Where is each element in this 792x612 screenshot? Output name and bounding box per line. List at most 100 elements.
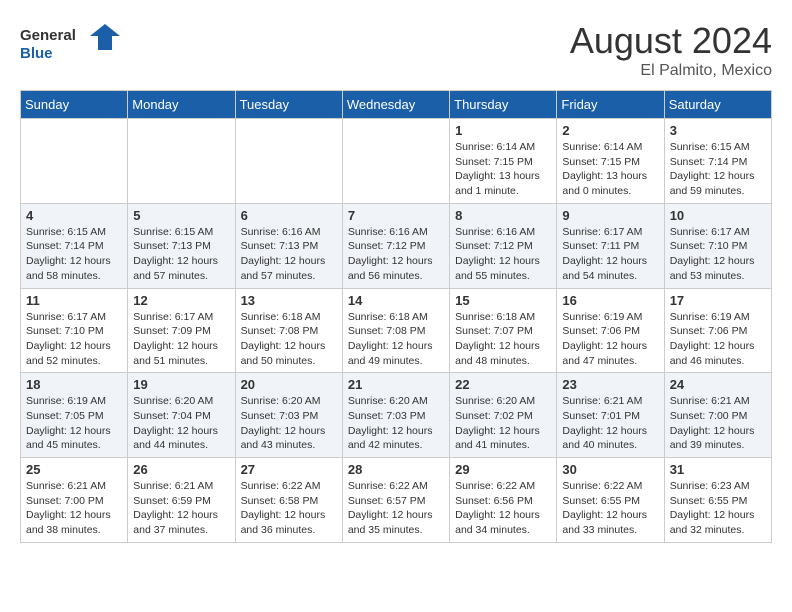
day-info: Sunrise: 6:14 AMSunset: 7:15 PMDaylight:… — [455, 140, 551, 199]
table-row: 2 Sunrise: 6:14 AMSunset: 7:15 PMDayligh… — [557, 119, 664, 204]
col-tuesday: Tuesday — [235, 91, 342, 119]
day-info: Sunrise: 6:16 AMSunset: 7:12 PMDaylight:… — [348, 225, 444, 284]
day-info: Sunrise: 6:21 AMSunset: 7:01 PMDaylight:… — [562, 394, 658, 453]
table-row: 31 Sunrise: 6:23 AMSunset: 6:55 PMDaylig… — [664, 458, 771, 543]
day-info: Sunrise: 6:18 AMSunset: 7:07 PMDaylight:… — [455, 310, 551, 369]
svg-text:Blue: Blue — [20, 45, 53, 62]
table-row: 20 Sunrise: 6:20 AMSunset: 7:03 PMDaylig… — [235, 373, 342, 458]
table-row: 27 Sunrise: 6:22 AMSunset: 6:58 PMDaylig… — [235, 458, 342, 543]
day-number: 28 — [348, 462, 444, 477]
table-row: 1 Sunrise: 6:14 AMSunset: 7:15 PMDayligh… — [450, 119, 557, 204]
table-row — [235, 119, 342, 204]
day-info: Sunrise: 6:19 AMSunset: 7:05 PMDaylight:… — [26, 394, 122, 453]
day-info: Sunrise: 6:18 AMSunset: 7:08 PMDaylight:… — [348, 310, 444, 369]
day-number: 12 — [133, 293, 229, 308]
day-number: 3 — [670, 123, 766, 138]
day-info: Sunrise: 6:18 AMSunset: 7:08 PMDaylight:… — [241, 310, 337, 369]
day-number: 10 — [670, 208, 766, 223]
table-row: 8 Sunrise: 6:16 AMSunset: 7:12 PMDayligh… — [450, 203, 557, 288]
day-info: Sunrise: 6:17 AMSunset: 7:10 PMDaylight:… — [670, 225, 766, 284]
table-row: 23 Sunrise: 6:21 AMSunset: 7:01 PMDaylig… — [557, 373, 664, 458]
day-number: 8 — [455, 208, 551, 223]
table-row: 9 Sunrise: 6:17 AMSunset: 7:11 PMDayligh… — [557, 203, 664, 288]
table-row: 3 Sunrise: 6:15 AMSunset: 7:14 PMDayligh… — [664, 119, 771, 204]
day-number: 15 — [455, 293, 551, 308]
table-row — [342, 119, 449, 204]
week-row-2: 4 Sunrise: 6:15 AMSunset: 7:14 PMDayligh… — [21, 203, 772, 288]
day-info: Sunrise: 6:17 AMSunset: 7:10 PMDaylight:… — [26, 310, 122, 369]
week-row-4: 18 Sunrise: 6:19 AMSunset: 7:05 PMDaylig… — [21, 373, 772, 458]
page-header: General Blue August 2024 El Palmito, Mex… — [20, 20, 772, 80]
week-row-5: 25 Sunrise: 6:21 AMSunset: 7:00 PMDaylig… — [21, 458, 772, 543]
day-info: Sunrise: 6:23 AMSunset: 6:55 PMDaylight:… — [670, 479, 766, 538]
day-info: Sunrise: 6:22 AMSunset: 6:56 PMDaylight:… — [455, 479, 551, 538]
table-row: 21 Sunrise: 6:20 AMSunset: 7:03 PMDaylig… — [342, 373, 449, 458]
day-number: 17 — [670, 293, 766, 308]
logo-icon: General Blue — [20, 20, 120, 66]
day-info: Sunrise: 6:16 AMSunset: 7:12 PMDaylight:… — [455, 225, 551, 284]
day-info: Sunrise: 6:19 AMSunset: 7:06 PMDaylight:… — [670, 310, 766, 369]
day-number: 2 — [562, 123, 658, 138]
table-row: 24 Sunrise: 6:21 AMSunset: 7:00 PMDaylig… — [664, 373, 771, 458]
table-row: 4 Sunrise: 6:15 AMSunset: 7:14 PMDayligh… — [21, 203, 128, 288]
calendar-table: Sunday Monday Tuesday Wednesday Thursday… — [20, 90, 772, 543]
day-number: 30 — [562, 462, 658, 477]
calendar-header-row: Sunday Monday Tuesday Wednesday Thursday… — [21, 91, 772, 119]
day-number: 16 — [562, 293, 658, 308]
day-number: 26 — [133, 462, 229, 477]
day-info: Sunrise: 6:16 AMSunset: 7:13 PMDaylight:… — [241, 225, 337, 284]
table-row: 25 Sunrise: 6:21 AMSunset: 7:00 PMDaylig… — [21, 458, 128, 543]
table-row: 30 Sunrise: 6:22 AMSunset: 6:55 PMDaylig… — [557, 458, 664, 543]
table-row: 14 Sunrise: 6:18 AMSunset: 7:08 PMDaylig… — [342, 288, 449, 373]
table-row: 19 Sunrise: 6:20 AMSunset: 7:04 PMDaylig… — [128, 373, 235, 458]
col-friday: Friday — [557, 91, 664, 119]
day-number: 11 — [26, 293, 122, 308]
table-row: 13 Sunrise: 6:18 AMSunset: 7:08 PMDaylig… — [235, 288, 342, 373]
table-row: 26 Sunrise: 6:21 AMSunset: 6:59 PMDaylig… — [128, 458, 235, 543]
day-number: 29 — [455, 462, 551, 477]
svg-text:General: General — [20, 27, 76, 44]
col-wednesday: Wednesday — [342, 91, 449, 119]
day-number: 21 — [348, 377, 444, 392]
col-monday: Monday — [128, 91, 235, 119]
day-number: 6 — [241, 208, 337, 223]
table-row: 22 Sunrise: 6:20 AMSunset: 7:02 PMDaylig… — [450, 373, 557, 458]
table-row: 16 Sunrise: 6:19 AMSunset: 7:06 PMDaylig… — [557, 288, 664, 373]
day-number: 23 — [562, 377, 658, 392]
table-row: 29 Sunrise: 6:22 AMSunset: 6:56 PMDaylig… — [450, 458, 557, 543]
table-row: 12 Sunrise: 6:17 AMSunset: 7:09 PMDaylig… — [128, 288, 235, 373]
day-number: 27 — [241, 462, 337, 477]
day-info: Sunrise: 6:22 AMSunset: 6:57 PMDaylight:… — [348, 479, 444, 538]
day-info: Sunrise: 6:20 AMSunset: 7:02 PMDaylight:… — [455, 394, 551, 453]
day-number: 4 — [26, 208, 122, 223]
table-row: 6 Sunrise: 6:16 AMSunset: 7:13 PMDayligh… — [235, 203, 342, 288]
day-number: 24 — [670, 377, 766, 392]
col-saturday: Saturday — [664, 91, 771, 119]
table-row — [21, 119, 128, 204]
day-number: 5 — [133, 208, 229, 223]
title-block: August 2024 El Palmito, Mexico — [570, 20, 772, 80]
day-number: 1 — [455, 123, 551, 138]
day-info: Sunrise: 6:22 AMSunset: 6:55 PMDaylight:… — [562, 479, 658, 538]
table-row: 28 Sunrise: 6:22 AMSunset: 6:57 PMDaylig… — [342, 458, 449, 543]
location: El Palmito, Mexico — [570, 62, 772, 80]
table-row: 7 Sunrise: 6:16 AMSunset: 7:12 PMDayligh… — [342, 203, 449, 288]
table-row: 18 Sunrise: 6:19 AMSunset: 7:05 PMDaylig… — [21, 373, 128, 458]
logo: General Blue — [20, 20, 120, 66]
day-info: Sunrise: 6:21 AMSunset: 7:00 PMDaylight:… — [670, 394, 766, 453]
day-info: Sunrise: 6:21 AMSunset: 6:59 PMDaylight:… — [133, 479, 229, 538]
day-info: Sunrise: 6:21 AMSunset: 7:00 PMDaylight:… — [26, 479, 122, 538]
week-row-1: 1 Sunrise: 6:14 AMSunset: 7:15 PMDayligh… — [21, 119, 772, 204]
day-number: 19 — [133, 377, 229, 392]
day-number: 13 — [241, 293, 337, 308]
day-info: Sunrise: 6:14 AMSunset: 7:15 PMDaylight:… — [562, 140, 658, 199]
day-number: 31 — [670, 462, 766, 477]
day-number: 9 — [562, 208, 658, 223]
day-number: 22 — [455, 377, 551, 392]
month-year: August 2024 — [570, 20, 772, 62]
col-sunday: Sunday — [21, 91, 128, 119]
day-info: Sunrise: 6:17 AMSunset: 7:11 PMDaylight:… — [562, 225, 658, 284]
table-row — [128, 119, 235, 204]
day-number: 7 — [348, 208, 444, 223]
table-row: 11 Sunrise: 6:17 AMSunset: 7:10 PMDaylig… — [21, 288, 128, 373]
